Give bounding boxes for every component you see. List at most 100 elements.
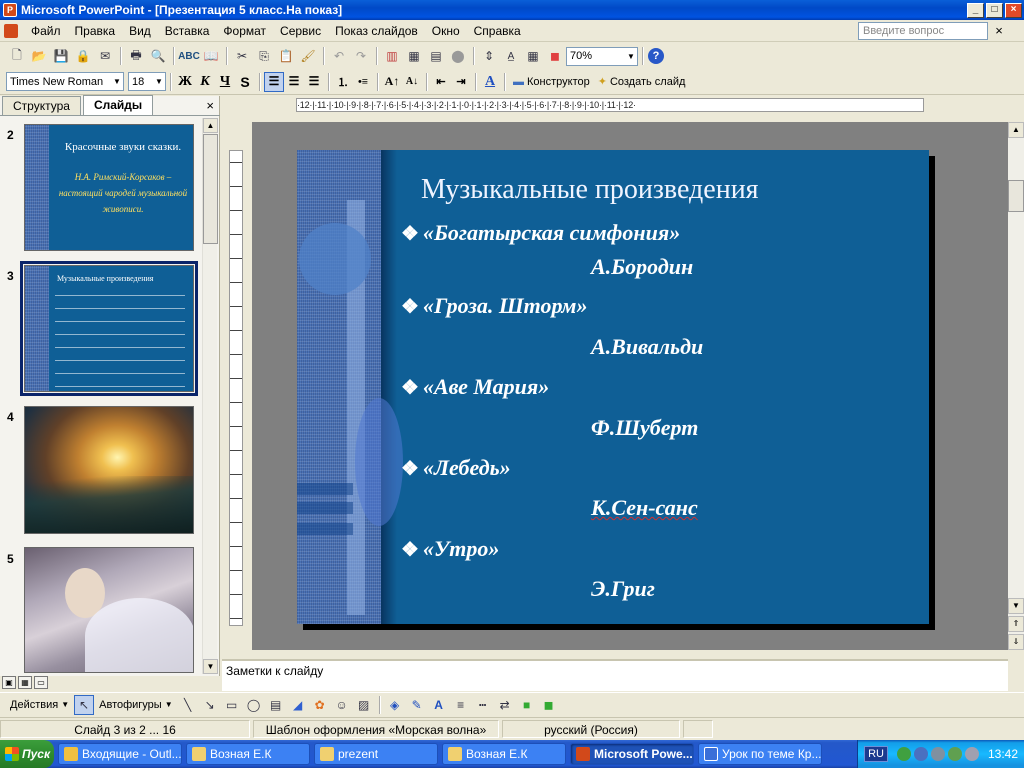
decrease-font-icon[interactable]: A↓ xyxy=(402,72,422,92)
device-icon[interactable] xyxy=(930,747,945,761)
previous-slide-icon[interactable]: ⇑ xyxy=(1008,616,1024,632)
scroll-handle[interactable] xyxy=(1008,180,1024,212)
taskbar-item-folder[interactable]: Возная Е.К xyxy=(442,743,566,765)
powerpoint-app-icon[interactable]: P xyxy=(3,3,17,17)
thumbnails-scrollbar[interactable]: ▲ ▼ xyxy=(202,118,218,674)
composer-name[interactable]: А.Вивальди xyxy=(591,334,703,360)
slide-title[interactable]: Музыкальные произведения xyxy=(421,174,759,206)
taskbar-item-word[interactable]: Урок по теме Кр... xyxy=(698,743,822,765)
paste-icon[interactable]: 📋 xyxy=(276,46,296,66)
work-item[interactable]: ❖ «Лебедь» xyxy=(401,455,511,481)
slide-thumbnail-3[interactable]: Музыкальные произведения xyxy=(20,261,198,396)
textbox-icon[interactable]: ▤ xyxy=(266,695,286,715)
bold-button[interactable]: Ж xyxy=(175,72,195,92)
composer-name[interactable]: К.Сен-санс xyxy=(591,495,698,521)
work-item[interactable]: ❖ «Аве Мария» xyxy=(401,374,549,400)
start-button[interactable]: Пуск xyxy=(0,740,54,768)
designer-button[interactable]: ▬ Конструктор xyxy=(509,76,594,88)
zoom-select[interactable]: 70% ▼ xyxy=(566,46,638,66)
menu-insert[interactable]: Вставка xyxy=(158,21,217,41)
keyboard-language[interactable]: RU xyxy=(864,746,888,762)
arrow-icon[interactable]: ↘ xyxy=(200,695,220,715)
network-icon[interactable] xyxy=(896,747,911,761)
menu-help[interactable]: Справка xyxy=(467,21,528,41)
bullets-icon[interactable]: •≡ xyxy=(353,72,373,92)
show-formatting-icon[interactable]: A̲ xyxy=(501,46,521,66)
close-document-icon[interactable]: × xyxy=(992,23,1006,38)
table-icon[interactable]: ▦ xyxy=(404,46,424,66)
maximize-button[interactable]: □ xyxy=(986,2,1003,18)
rectangle-icon[interactable]: ▭ xyxy=(222,695,242,715)
copy-icon[interactable]: ⎘ xyxy=(254,46,274,66)
slide-thumbnail-2[interactable]: Красочные звуки сказки. Н.А. Римский-Кор… xyxy=(24,124,194,251)
redo-icon[interactable]: ↷ xyxy=(351,46,371,66)
decrease-indent-icon[interactable]: ⇤ xyxy=(431,72,451,92)
align-center-icon[interactable]: ☰ xyxy=(284,72,304,92)
insert-image-icon[interactable]: ▨ xyxy=(354,695,374,715)
normal-view-icon[interactable]: ▣ xyxy=(2,676,16,689)
ask-question-input[interactable]: Введите вопрос xyxy=(858,21,988,40)
select-arrow-icon[interactable]: ↖ xyxy=(74,694,95,715)
color-grayscale-icon[interactable]: ◼ xyxy=(545,46,565,66)
save-icon[interactable]: 💾 xyxy=(51,46,71,66)
scroll-handle[interactable] xyxy=(203,134,218,244)
dash-style-icon[interactable]: ┅ xyxy=(473,695,493,715)
line-style-icon[interactable]: ≡ xyxy=(451,695,471,715)
composer-name[interactable]: Ф.Шуберт xyxy=(591,415,698,441)
slide-thumbnail-4[interactable] xyxy=(24,406,194,534)
close-panel-icon[interactable]: × xyxy=(206,98,214,113)
minimize-button[interactable]: _ xyxy=(967,2,984,18)
scroll-down-icon[interactable]: ▼ xyxy=(203,659,218,674)
increase-font-icon[interactable]: A↑ xyxy=(382,72,402,92)
notes-pane[interactable]: Заметки к слайду xyxy=(222,659,1008,691)
clock[interactable]: 13:42 xyxy=(988,747,1018,761)
taskbar-item-folder[interactable]: Возная Е.К xyxy=(186,743,310,765)
clipart-icon[interactable]: ☺ xyxy=(332,695,352,715)
slideshow-view-icon[interactable]: ▭ xyxy=(34,676,48,689)
work-item[interactable]: ❖ «Гроза. Шторм» xyxy=(401,293,587,319)
menu-file[interactable]: Файл xyxy=(24,21,68,41)
underline-button[interactable]: Ч xyxy=(215,72,235,92)
line-color-icon[interactable]: ✎ xyxy=(407,695,427,715)
scroll-up-icon[interactable]: ▲ xyxy=(1008,122,1024,138)
scroll-up-icon[interactable]: ▲ xyxy=(203,118,218,133)
cut-icon[interactable]: ✂ xyxy=(232,46,252,66)
menu-tools[interactable]: Сервис xyxy=(273,21,328,41)
menu-view[interactable]: Вид xyxy=(122,21,158,41)
diagram-icon[interactable]: ✿ xyxy=(310,695,330,715)
numbering-icon[interactable]: ⒈ xyxy=(333,72,353,92)
show-grid-icon[interactable]: ▦ xyxy=(523,46,543,66)
new-slide-button[interactable]: ✦ Создать слайд xyxy=(594,75,690,89)
shadow-button[interactable]: S xyxy=(235,72,255,92)
composer-name[interactable]: А.Бородин xyxy=(591,254,693,280)
font-color-icon[interactable]: A xyxy=(429,695,449,715)
chart-icon[interactable]: ▥ xyxy=(382,46,402,66)
next-slide-icon[interactable]: ⇓ xyxy=(1008,634,1024,650)
document-icon[interactable] xyxy=(4,23,18,38)
slide-thumbnail-5[interactable] xyxy=(24,547,194,673)
permission-icon[interactable]: 🔒 xyxy=(73,46,93,66)
taskbar-item-powerpoint[interactable]: Microsoft Powe... xyxy=(570,743,694,765)
insert-picture-icon[interactable]: ⬤ xyxy=(448,46,468,66)
email-icon[interactable]: ✉ xyxy=(95,46,115,66)
taskbar-item-folder[interactable]: prezent xyxy=(314,743,438,765)
slide-sorter-icon[interactable]: ▦ xyxy=(18,676,32,689)
print-preview-icon[interactable]: 🔍 xyxy=(148,46,168,66)
shadow-style-icon[interactable]: ■ xyxy=(517,695,537,715)
editor-scrollbar[interactable]: ▲ ▼ ⇑ ⇓ xyxy=(1008,122,1024,650)
italic-button[interactable]: К xyxy=(195,72,215,92)
menu-window[interactable]: Окно xyxy=(425,21,467,41)
monitor-icon[interactable] xyxy=(913,747,928,761)
help-icon[interactable]: ? xyxy=(648,48,664,64)
antivirus-icon[interactable] xyxy=(947,747,962,761)
undo-icon[interactable]: ↶ xyxy=(329,46,349,66)
align-left-icon[interactable]: ☰ xyxy=(264,71,284,92)
menu-edit[interactable]: Правка xyxy=(68,21,123,41)
composer-name[interactable]: Э.Григ xyxy=(591,576,655,602)
autoshapes-menu[interactable]: Автофигуры ▼ xyxy=(95,699,177,711)
open-folder-icon[interactable]: 📂 xyxy=(29,46,49,66)
fill-color-icon[interactable]: ◈ xyxy=(385,695,405,715)
line-icon[interactable]: ╲ xyxy=(178,695,198,715)
close-button[interactable]: × xyxy=(1005,2,1022,18)
expand-all-icon[interactable]: ⇕ xyxy=(479,46,499,66)
